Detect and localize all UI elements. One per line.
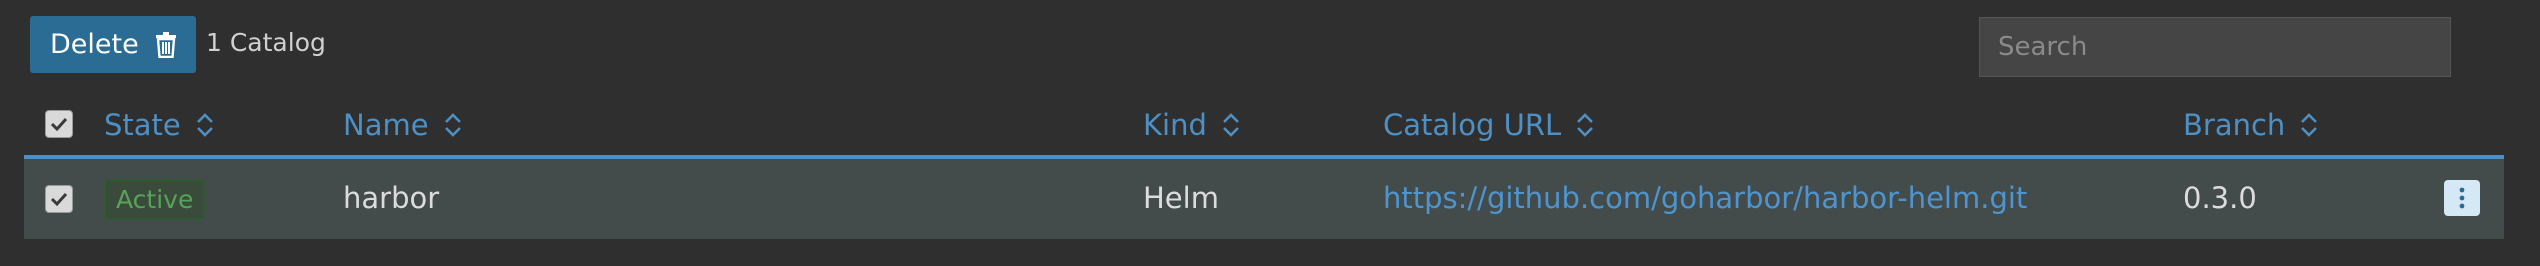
sort-icon	[1575, 110, 1595, 140]
status-badge: Active	[104, 179, 206, 220]
header-kind-label: Kind	[1143, 108, 1207, 142]
cell-kind: Helm	[1143, 181, 1219, 215]
row-checkbox[interactable]	[45, 185, 73, 213]
sort-icon	[195, 110, 215, 140]
sort-icon	[2299, 110, 2319, 140]
header-branch-label: Branch	[2183, 108, 2286, 142]
checkmark-icon	[50, 117, 68, 132]
header-name-label: Name	[343, 108, 429, 142]
search-input[interactable]	[1979, 17, 2451, 77]
header-branch[interactable]: Branch	[2183, 108, 2319, 142]
selection-count: 1 Catalog	[206, 28, 326, 57]
checkmark-icon	[50, 192, 68, 207]
select-all-checkbox[interactable]	[45, 110, 73, 138]
header-name[interactable]: Name	[343, 108, 463, 142]
header-catalog-url-label: Catalog URL	[1383, 108, 1562, 142]
header-state-label: State	[104, 108, 181, 142]
trash-icon	[155, 31, 177, 58]
sort-icon	[443, 110, 463, 140]
header-catalog-url[interactable]: Catalog URL	[1383, 108, 1595, 142]
cell-branch: 0.3.0	[2183, 181, 2257, 215]
delete-button-label: Delete	[50, 29, 139, 60]
header-state[interactable]: State	[104, 108, 215, 142]
header-kind[interactable]: Kind	[1143, 108, 1241, 142]
cell-catalog-url-link[interactable]: https://github.com/goharbor/harbor-helm.…	[1383, 181, 2027, 215]
row-actions-button[interactable]	[2444, 180, 2480, 216]
kebab-menu-icon	[2459, 187, 2465, 209]
cell-name[interactable]: harbor	[343, 181, 439, 215]
delete-button[interactable]: Delete	[30, 16, 196, 73]
sort-icon	[1221, 110, 1241, 140]
